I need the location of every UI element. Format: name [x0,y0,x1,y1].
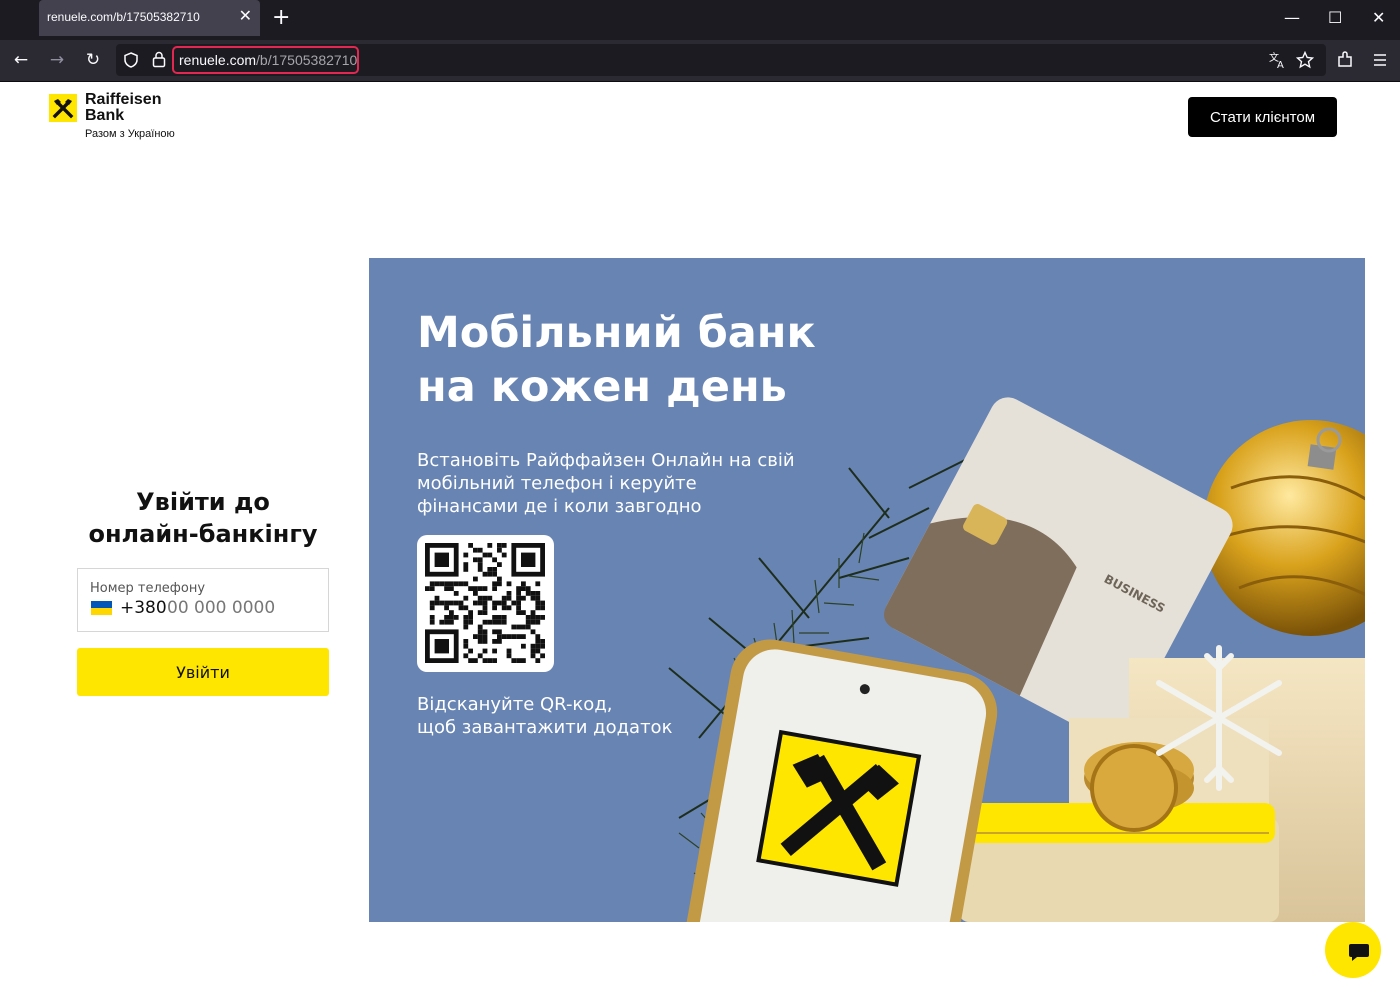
window-close-icon[interactable]: ✕ [1372,8,1385,27]
brand-line-2: Bank [85,107,125,124]
new-tab-icon[interactable]: + [272,5,290,30]
shield-icon[interactable] [123,52,139,68]
banner-title: Мобільний банк на кожен день [417,308,816,412]
tab-title: renuele.com/b/17505382710 [47,10,200,24]
minimize-icon[interactable]: — [1284,8,1300,27]
login-title: Увійти до онлайн-банкінгу [88,488,318,548]
menu-icon[interactable] [1372,52,1388,68]
url-path: /b/17505382710 [256,52,358,68]
phone-placeholder: 00 000 0000 [167,598,276,618]
browser-tab[interactable]: renuele.com/b/17505382710 ✕ [39,0,260,36]
brand-slogan: Разом з Україною [85,128,175,140]
brand-name[interactable]: Raiffeisen Bank [85,92,161,124]
lock-icon[interactable] [152,51,166,68]
phone-country-code: +380 [120,598,167,618]
svg-text:A: A [1277,60,1284,69]
bookmark-star-icon[interactable] [1296,51,1314,69]
chat-button[interactable] [1325,922,1381,978]
phone-field[interactable]: Номер телефону +380 00 000 0000 [77,568,329,632]
browser-tabbar: renuele.com/b/17505382710 ✕ + — ☐ ✕ [0,0,1400,40]
chat-bubble-icon [1349,944,1369,961]
forward-icon[interactable]: → [46,49,68,71]
reload-icon[interactable]: ↻ [82,49,104,71]
brand-line-1: Raiffeisen [85,91,162,108]
maximize-icon[interactable]: ☐ [1328,8,1342,27]
tab-close-icon[interactable]: ✕ [239,6,252,25]
login-button[interactable]: Увійти [77,648,329,696]
phone-illustration [684,639,998,922]
back-icon[interactable]: ← [10,49,32,71]
url-host: renuele.com [179,52,257,68]
banner-description: Встановіть Райффайзен Онлайн на свій моб… [417,450,795,517]
translate-icon[interactable]: 文 A [1268,51,1286,69]
promo-banner: BUSINESS Мобільний банк на кожен день Вс [369,258,1365,922]
extensions-icon[interactable] [1336,51,1354,69]
url-text[interactable]: renuele.com/b/17505382710 [179,52,357,68]
qr-code[interactable] [417,535,554,672]
qr-code-icon [425,543,545,663]
ukraine-flag-icon [91,601,112,615]
banner-scan-text: Відскануйте QR-код, щоб завантажити дода… [417,694,673,738]
raiffeisen-logo-icon[interactable] [49,94,77,122]
phone-label: Номер телефону [90,581,206,596]
become-client-button[interactable]: Стати клієнтом [1188,97,1337,137]
